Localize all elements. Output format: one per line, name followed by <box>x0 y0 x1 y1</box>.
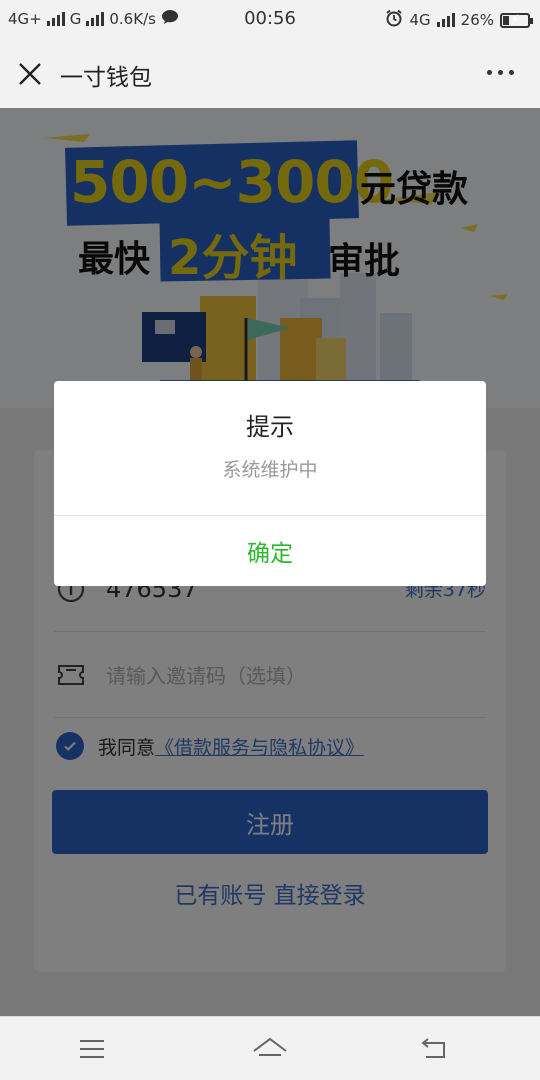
back-icon <box>421 1038 445 1058</box>
menu-icon <box>80 1040 104 1058</box>
dialog-title: 提示 <box>246 413 294 441</box>
home-icon <box>253 1037 287 1056</box>
page-title: 一寸钱包 <box>60 65 152 91</box>
close-button[interactable] <box>14 58 46 90</box>
alarm-icon <box>385 9 403 31</box>
battery-percent: 26% <box>460 11 494 29</box>
back-button[interactable] <box>414 1033 454 1065</box>
system-nav-bar <box>0 1016 540 1080</box>
menu-button[interactable] <box>72 1033 112 1065</box>
more-button[interactable] <box>487 70 514 75</box>
title-bar: 一寸钱包 <box>0 38 540 108</box>
dialog-ok-button[interactable]: 确定 <box>54 516 486 586</box>
alert-dialog: 提示 系统维护中 确定 <box>54 381 486 586</box>
status-bar: 4G+ G 0.6K/s 00:56 4G 26% ⚡ <box>0 0 540 38</box>
network-label-3: 4G <box>409 11 431 29</box>
signal-icon-3 <box>436 13 455 27</box>
close-icon <box>19 63 41 85</box>
home-button[interactable] <box>250 1033 290 1065</box>
dialog-message: 系统维护中 <box>222 459 318 481</box>
battery-icon: ⚡ <box>500 12 533 28</box>
status-right: 4G 26% ⚡ <box>385 9 533 31</box>
